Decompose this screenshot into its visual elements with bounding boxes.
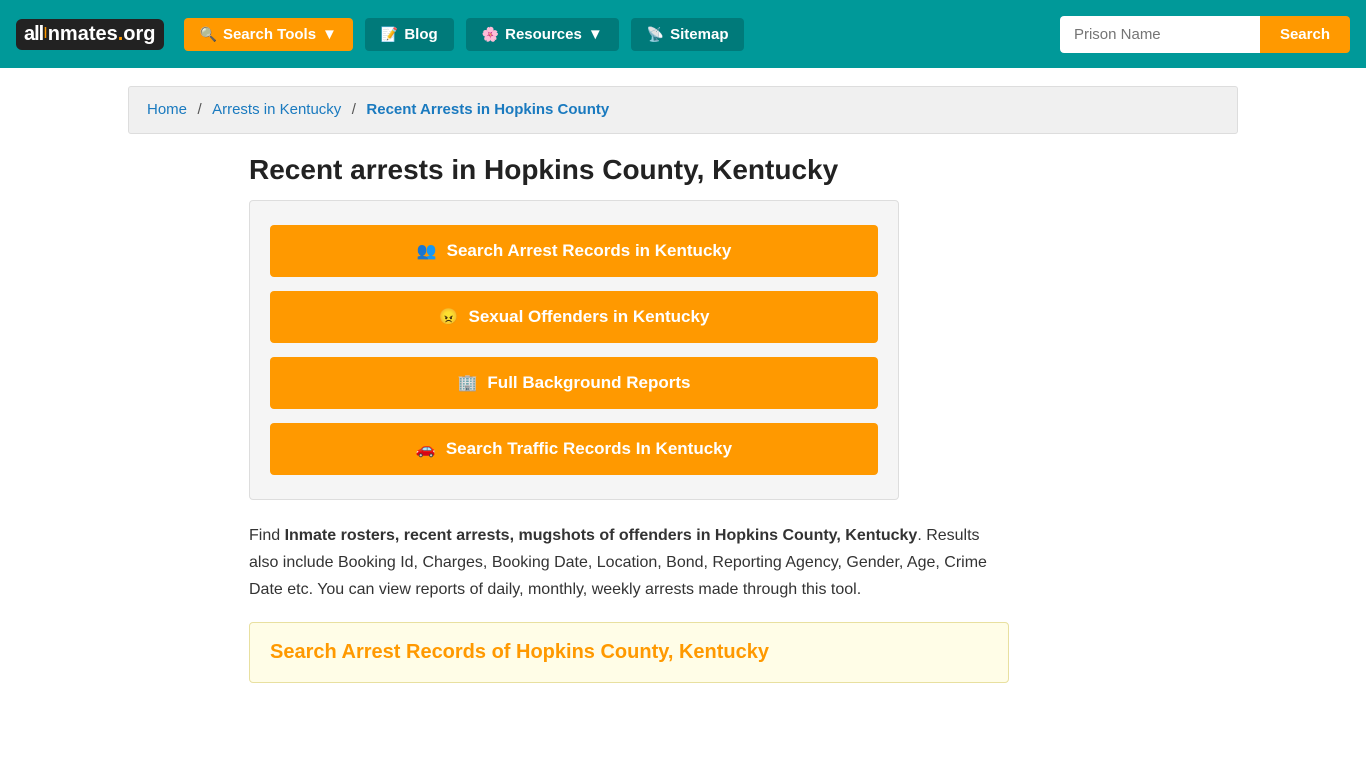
logo-all-text: all <box>24 23 43 46</box>
desc-bold: Inmate rosters, recent arrests, mugshots… <box>285 527 918 544</box>
prison-search-input[interactable] <box>1060 16 1260 53</box>
desc-prefix: Find <box>249 527 285 544</box>
search-arrest-icon <box>417 241 437 261</box>
resources-icon <box>482 26 499 43</box>
logo[interactable]: allInmates.org <box>16 19 164 50</box>
breadcrumb-container: Home / Arrests in Kentucky / Recent Arre… <box>128 86 1238 134</box>
logo-org-text: org <box>123 23 155 46</box>
search-tools-label: Search Tools <box>223 26 316 43</box>
sexual-offenders-label: Sexual Offenders in Kentucky <box>469 307 710 327</box>
breadcrumb-sep-2: / <box>352 101 356 118</box>
search-tools-button[interactable]: Search Tools ▼ <box>184 18 353 51</box>
search-section: Search Arrest Records of Hopkins County,… <box>249 622 1009 683</box>
breadcrumb-arrests-kentucky[interactable]: Arrests in Kentucky <box>212 101 341 118</box>
traffic-records-icon <box>416 439 436 459</box>
breadcrumb-current: Recent Arrests in Hopkins County <box>366 101 609 118</box>
action-buttons-box: Search Arrest Records in Kentucky Sexual… <box>249 200 899 500</box>
search-tools-chevron: ▼ <box>322 26 337 43</box>
resources-button[interactable]: Resources ▼ <box>466 18 619 51</box>
search-arrest-label: Search Arrest Records in Kentucky <box>447 241 732 261</box>
resources-label: Resources <box>505 26 582 43</box>
sitemap-icon <box>647 26 664 43</box>
sitemap-label: Sitemap <box>670 26 728 43</box>
main-content: Recent arrests in Hopkins County, Kentuc… <box>233 154 1133 683</box>
header-search: Search <box>1060 16 1350 53</box>
description-text: Find Inmate rosters, recent arrests, mug… <box>249 522 1009 604</box>
sexual-offenders-icon <box>439 307 459 327</box>
page-title: Recent arrests in Hopkins County, Kentuc… <box>249 154 1117 186</box>
header: allInmates.org Search Tools ▼ Blog Resou… <box>0 0 1366 68</box>
background-reports-button[interactable]: Full Background Reports <box>270 357 878 409</box>
blog-label: Blog <box>404 26 437 43</box>
background-reports-label: Full Background Reports <box>487 373 690 393</box>
prison-search-button[interactable]: Search <box>1260 16 1350 53</box>
sexual-offenders-button[interactable]: Sexual Offenders in Kentucky <box>270 291 878 343</box>
resources-chevron: ▼ <box>588 26 603 43</box>
logo-nmates-text: nmates <box>48 23 118 46</box>
breadcrumb-sep-1: / <box>197 101 201 118</box>
search-arrest-records-button[interactable]: Search Arrest Records in Kentucky <box>270 225 878 277</box>
blog-icon <box>381 26 398 43</box>
traffic-records-button[interactable]: Search Traffic Records In Kentucky <box>270 423 878 475</box>
sitemap-button[interactable]: Sitemap <box>631 18 745 51</box>
background-reports-icon <box>458 373 478 393</box>
breadcrumb-home[interactable]: Home <box>147 101 187 118</box>
search-section-title: Search Arrest Records of Hopkins County,… <box>270 641 988 664</box>
blog-button[interactable]: Blog <box>365 18 454 51</box>
breadcrumb: Home / Arrests in Kentucky / Recent Arre… <box>147 101 1219 119</box>
traffic-records-label: Search Traffic Records In Kentucky <box>446 439 732 459</box>
search-tools-icon <box>200 26 217 43</box>
